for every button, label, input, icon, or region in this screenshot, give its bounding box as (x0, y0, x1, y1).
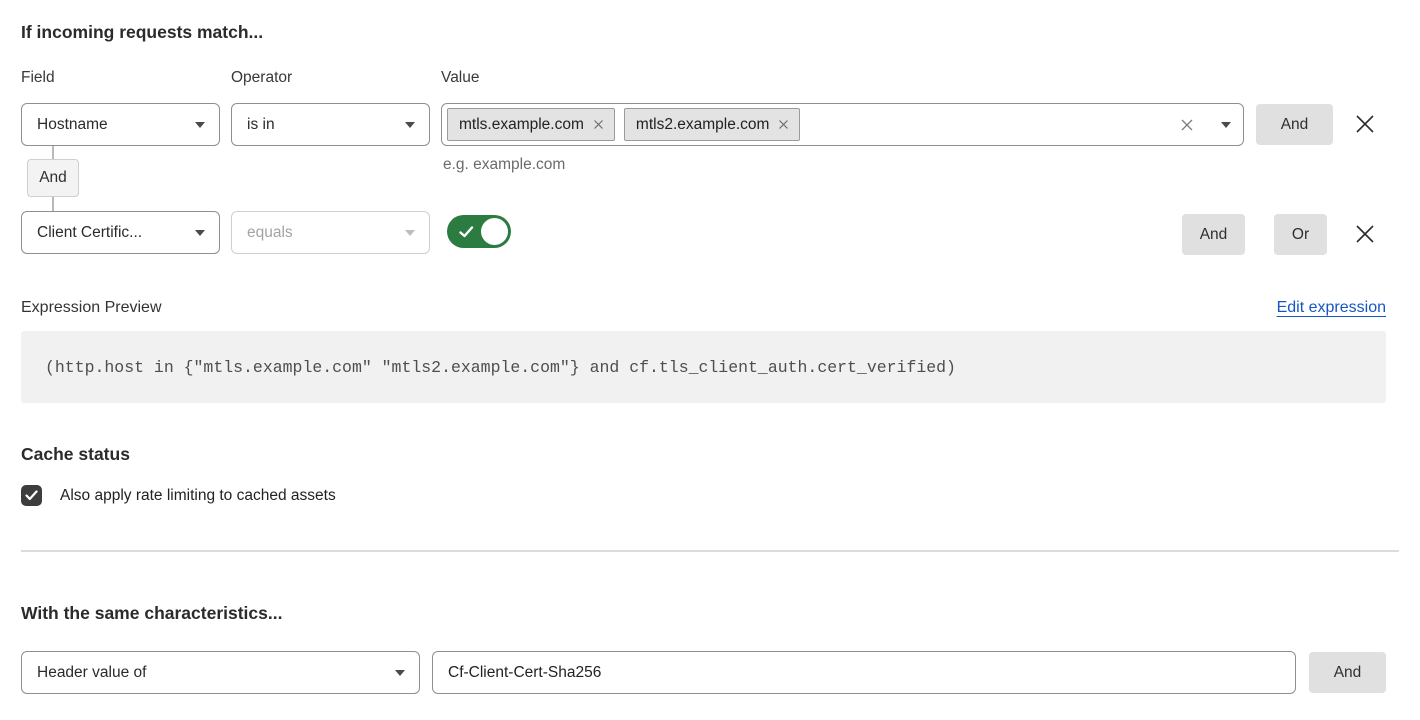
cached-assets-checkbox[interactable] (21, 485, 42, 506)
connector-line-bottom (52, 197, 54, 211)
and-button-row1[interactable]: And (1256, 104, 1333, 145)
chevron-down-icon (195, 230, 205, 236)
value-tag-label: mtls2.example.com (636, 116, 770, 134)
expression-preview-label: Expression Preview (21, 299, 162, 317)
value-column-label: Value (441, 69, 480, 87)
characteristic-select[interactable]: Header value of (21, 651, 420, 694)
rate-limit-rule-builder: If incoming requests match... Field Oper… (0, 0, 1420, 720)
toggle-knob (481, 218, 508, 245)
operator-select-row1[interactable]: is in (231, 103, 430, 146)
value-tag: mtls.example.com (447, 108, 615, 141)
remove-row2-icon[interactable] (1353, 222, 1377, 246)
field-select-row2-value: Client Certific... (37, 224, 142, 242)
value-multiselect-row1[interactable]: mtls.example.com mtls2.example.com (441, 103, 1244, 146)
characteristic-select-value: Header value of (37, 664, 146, 682)
field-select-row1[interactable]: Hostname (21, 103, 220, 146)
and-button-row2[interactable]: And (1182, 214, 1245, 255)
cache-status-title: Cache status (21, 444, 130, 465)
section-divider (21, 550, 1399, 552)
field-select-row2[interactable]: Client Certific... (21, 211, 220, 254)
operator-select-row2-value: equals (247, 224, 293, 242)
value-tag: mtls2.example.com (624, 108, 801, 141)
chevron-down-icon (1221, 122, 1231, 128)
chevron-down-icon (405, 122, 415, 128)
header-name-input[interactable] (432, 651, 1296, 694)
operator-column-label: Operator (231, 69, 292, 87)
operator-select-row1-value: is in (247, 116, 275, 134)
chevron-down-icon (395, 670, 405, 676)
value-helper-text: e.g. example.com (443, 156, 565, 174)
chevron-down-icon (195, 122, 205, 128)
field-select-row1-value: Hostname (37, 116, 108, 134)
check-icon (459, 226, 474, 238)
characteristics-title: With the same characteristics... (21, 603, 282, 624)
field-column-label: Field (21, 69, 55, 87)
remove-tag-icon[interactable] (778, 119, 789, 130)
connector-and-button[interactable]: And (27, 159, 79, 197)
or-button-row2[interactable]: Or (1274, 214, 1327, 255)
expression-code: (http.host in {"mtls.example.com" "mtls2… (21, 331, 1386, 403)
remove-tag-icon[interactable] (593, 119, 604, 130)
clear-values-icon[interactable] (1180, 118, 1194, 132)
operator-select-row2: equals (231, 211, 430, 254)
remove-row1-icon[interactable] (1353, 112, 1377, 136)
edit-expression-link[interactable]: Edit expression (1277, 299, 1386, 317)
connector-line-top (52, 146, 54, 159)
cert-verified-toggle[interactable] (447, 215, 511, 248)
check-icon (25, 490, 38, 501)
cached-assets-label: Also apply rate limiting to cached asset… (60, 487, 336, 505)
value-tag-label: mtls.example.com (459, 116, 584, 134)
and-characteristic-button[interactable]: And (1309, 652, 1386, 693)
chevron-down-icon (405, 230, 415, 236)
match-section-title: If incoming requests match... (21, 22, 263, 43)
